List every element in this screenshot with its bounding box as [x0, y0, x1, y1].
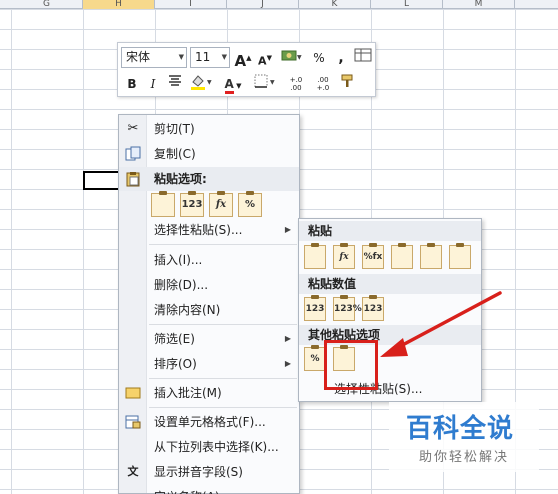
watermark-subtitle: 助你轻松解决 [419, 450, 510, 465]
excel-window: G H I J K L M 宋体 ▼ 11 ▼ A▲ A▼ ▼ % , B I [0, 0, 558, 494]
watermark-title: 百科全说 [406, 414, 515, 444]
watermark: 百科全说 助你轻松解决 [389, 402, 539, 472]
